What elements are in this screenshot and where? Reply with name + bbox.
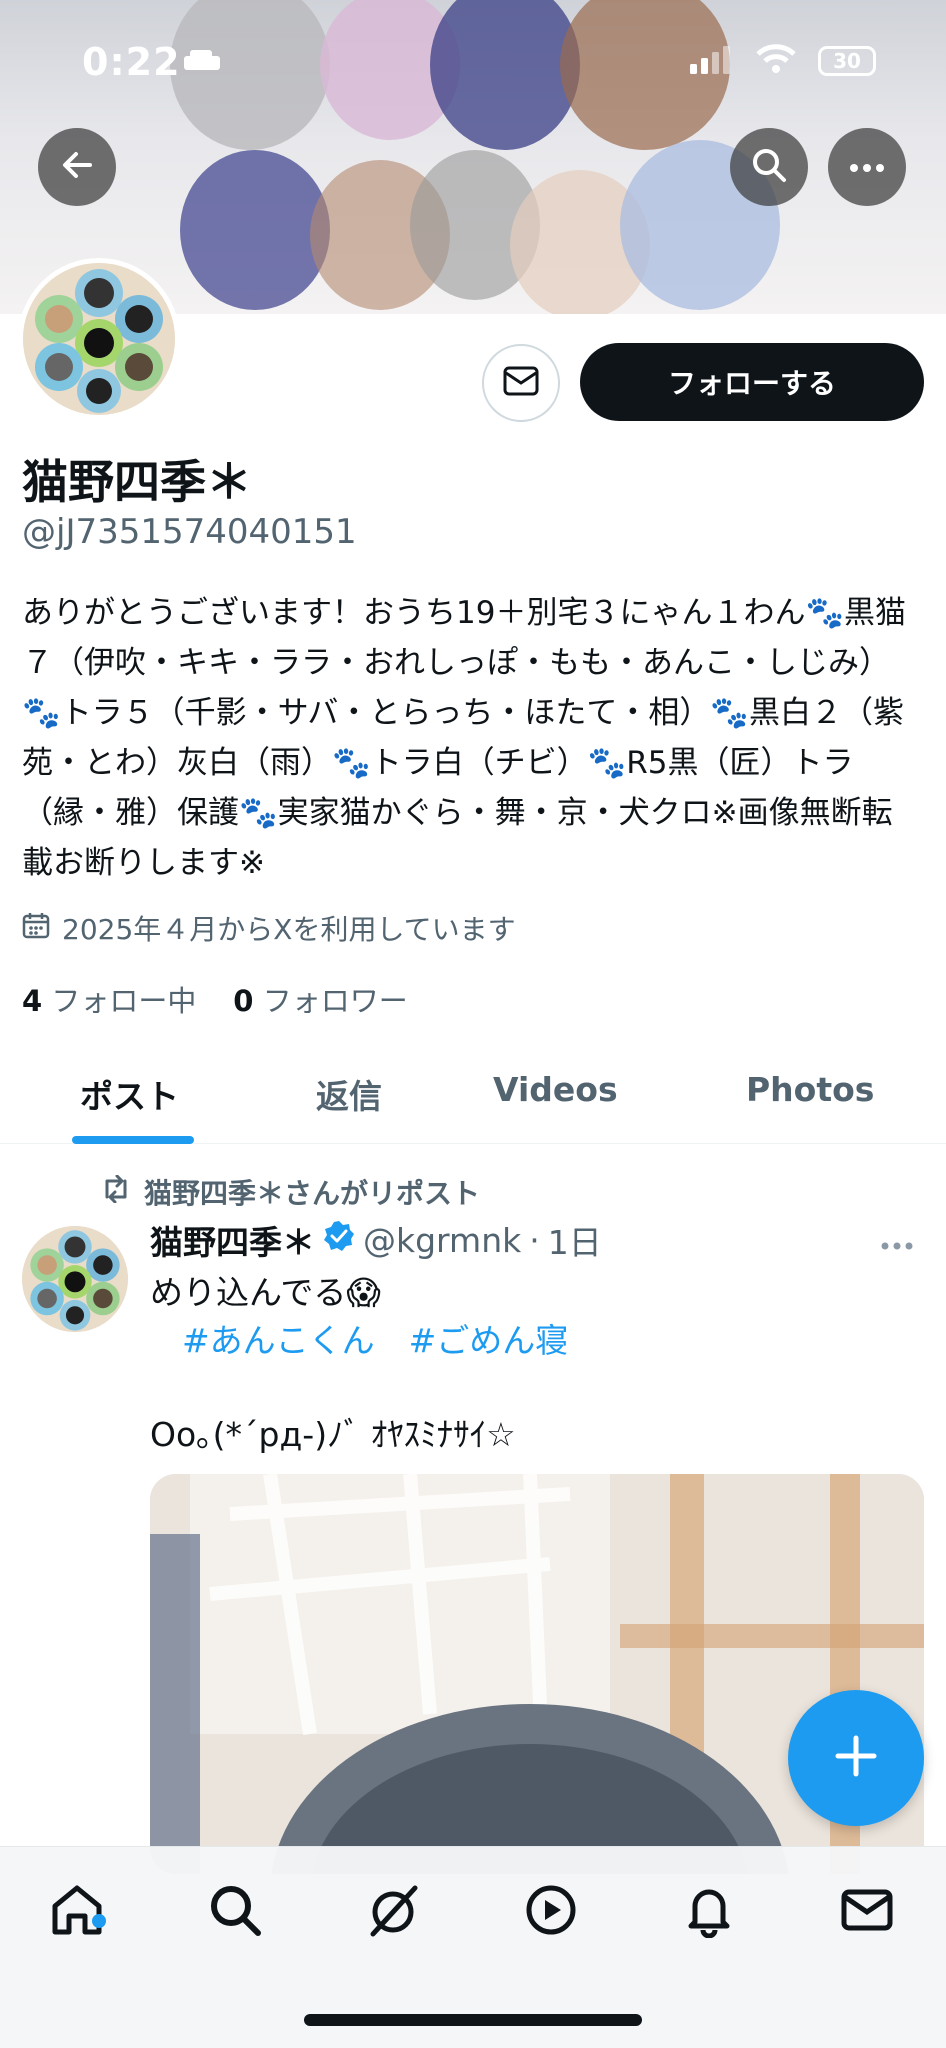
home-icon xyxy=(49,1882,105,1942)
post-text: めり込んでる😱 xyxy=(150,1273,381,1312)
home-indicator xyxy=(304,2014,642,2026)
status-bar: 0:22 30 xyxy=(0,36,946,96)
followers-link[interactable]: 0 フォロワー xyxy=(233,984,407,1018)
verified-badge-icon xyxy=(323,1220,355,1260)
more-icon xyxy=(880,1224,914,1259)
video-icon xyxy=(523,1882,579,1942)
follow-counts: 4 フォロー中 0 フォロワー xyxy=(22,978,408,1020)
active-tab-indicator xyxy=(72,1136,194,1144)
following-link[interactable]: 4 フォロー中 xyxy=(22,984,196,1018)
mail-icon xyxy=(503,366,539,400)
tab-posts[interactable]: ポスト xyxy=(80,1070,179,1118)
post-time[interactable]: 1日 xyxy=(548,1216,602,1264)
followers-count: 0 xyxy=(233,984,254,1018)
followers-label: フォロワー xyxy=(262,984,408,1018)
bell-icon xyxy=(681,1882,737,1942)
mail-icon xyxy=(839,1882,895,1942)
follow-button[interactable]: フォローする xyxy=(580,343,924,421)
tab-replies[interactable]: 返信 xyxy=(316,1070,382,1118)
repost-label: 猫野四季＊さんがリポスト xyxy=(144,1177,481,1210)
more-icon xyxy=(849,158,885,177)
post-more-button[interactable] xyxy=(880,1224,914,1259)
compose-button[interactable] xyxy=(788,1690,924,1826)
profile-avatar[interactable] xyxy=(18,258,180,420)
join-date-text: 2025年４月からXを利用しています xyxy=(62,913,516,946)
home-notification-dot xyxy=(92,1914,106,1928)
more-button[interactable] xyxy=(828,128,906,206)
search-icon xyxy=(207,1882,263,1942)
signal-icon xyxy=(690,46,730,78)
post-media-image[interactable] xyxy=(150,1474,924,1874)
battery-indicator: 30 xyxy=(818,46,876,76)
message-button[interactable] xyxy=(482,344,560,422)
post-author-avatar[interactable] xyxy=(22,1226,128,1332)
repost-indicator: 猫野四季＊さんがリポスト xyxy=(100,1172,480,1212)
meta-separator: · xyxy=(529,1220,540,1260)
back-button[interactable] xyxy=(38,128,116,206)
nav-search[interactable] xyxy=(200,1877,270,1947)
nav-video[interactable] xyxy=(516,1877,586,1947)
display-name: 猫野四季＊ xyxy=(22,455,252,509)
search-icon xyxy=(751,147,787,187)
post-kaomoji: Oo｡(*´pд-)ﾉﾞ ｵﾔｽﾐﾅｻｲ☆ xyxy=(150,1415,516,1454)
post-author-name[interactable]: 猫野四季＊ xyxy=(150,1216,315,1264)
car-icon xyxy=(182,48,222,78)
join-date: 2025年４月からXを利用しています xyxy=(22,908,516,948)
hashtag-link[interactable]: #あんこくん xyxy=(182,1314,375,1362)
calendar-icon xyxy=(22,911,50,946)
plus-icon xyxy=(834,1734,878,1782)
profile-tabs: ポスト 返信 Videos Photos xyxy=(0,1040,946,1144)
status-time: 0:22 xyxy=(82,40,181,84)
tab-videos[interactable]: Videos xyxy=(493,1070,618,1109)
tab-photos[interactable]: Photos xyxy=(746,1070,874,1109)
following-count: 4 xyxy=(22,984,43,1018)
user-handle: @jJ7351574040151 xyxy=(22,512,357,552)
nav-notifications[interactable] xyxy=(674,1877,744,1947)
nav-grok[interactable] xyxy=(358,1877,428,1947)
wifi-icon xyxy=(756,44,796,78)
hashtag-link[interactable]: #ごめん寝 xyxy=(409,1314,569,1362)
nav-messages[interactable] xyxy=(832,1877,902,1947)
arrow-left-icon xyxy=(60,148,94,186)
nav-home[interactable] xyxy=(42,1877,112,1947)
post-author-handle[interactable]: @kgrmnk xyxy=(363,1221,521,1260)
repost-icon xyxy=(100,1174,132,1210)
following-label: フォロー中 xyxy=(51,984,197,1018)
search-button[interactable] xyxy=(730,128,808,206)
post-hashtags: #あんこくん #ごめん寝 xyxy=(182,1314,568,1362)
profile-bio: ありがとうございます！おうち19＋別宅３にゃん１わん🐾黒猫７（伊吹・キキ・ララ・… xyxy=(22,595,907,881)
grok-icon xyxy=(365,1882,421,1942)
post-header: 猫野四季＊ @kgrmnk · 1日 xyxy=(150,1216,602,1264)
